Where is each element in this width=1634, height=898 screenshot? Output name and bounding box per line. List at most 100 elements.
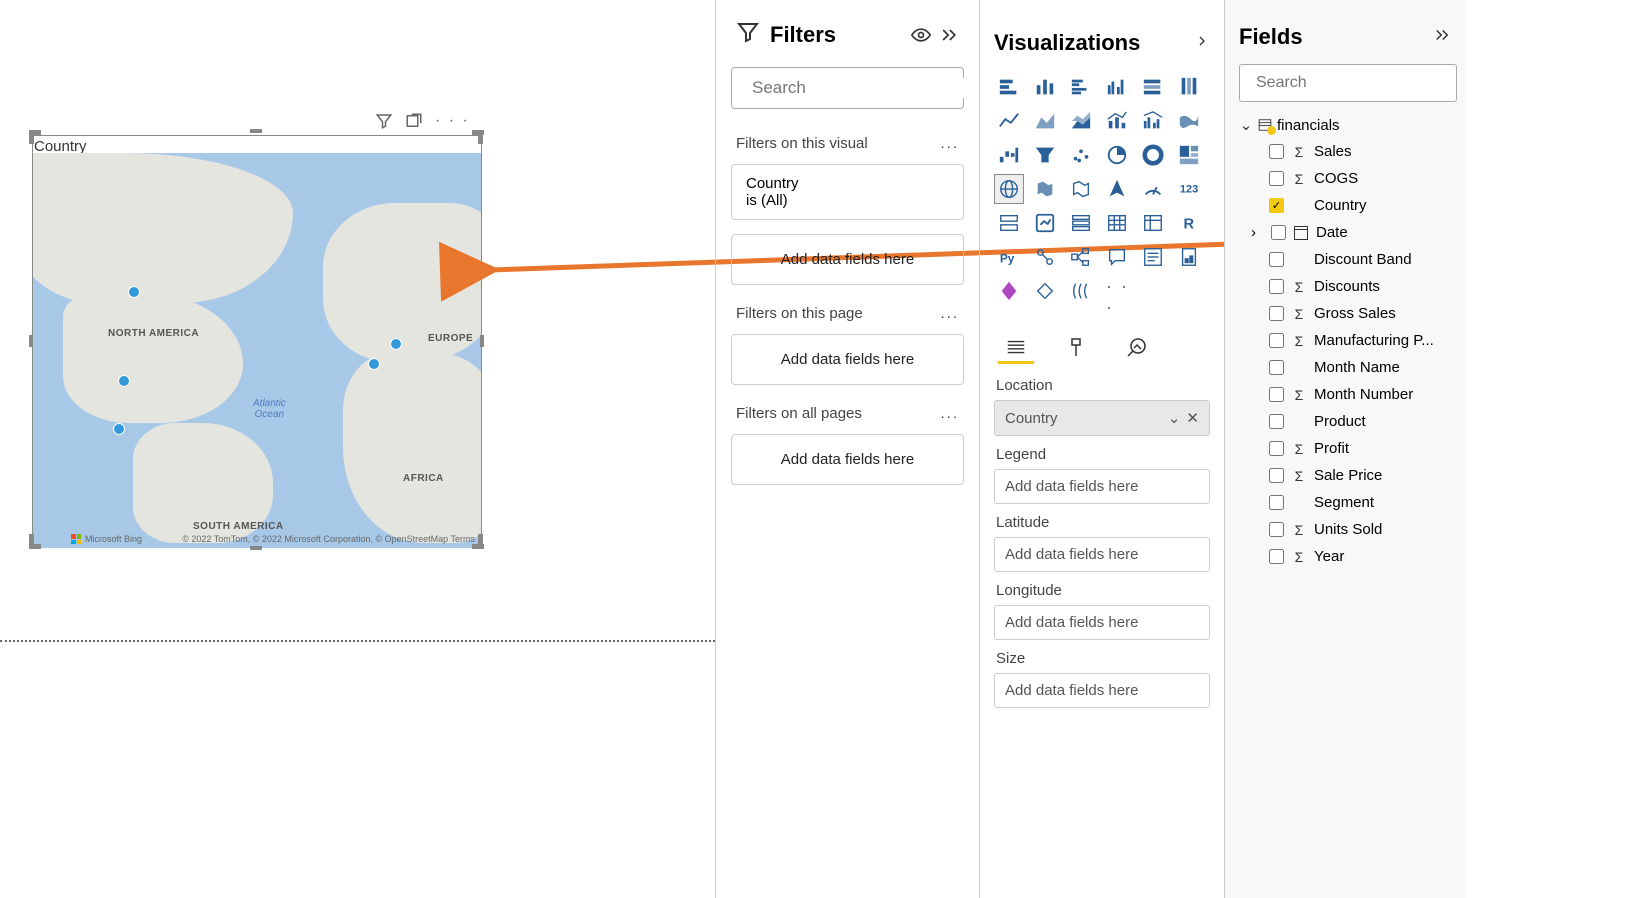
format-tab[interactable] [1058, 332, 1094, 364]
filter-icon[interactable] [375, 112, 393, 130]
resize-handle[interactable] [29, 335, 33, 347]
checkbox[interactable] [1269, 279, 1284, 294]
resize-handle[interactable] [250, 129, 262, 133]
attribution-osm-link[interactable]: © OpenStreetMap [375, 534, 448, 544]
field-item[interactable]: ΣProfit [1239, 435, 1465, 462]
shape-map-icon[interactable] [1066, 174, 1096, 204]
hundred-stacked-column-icon[interactable] [1174, 72, 1204, 102]
map-icon[interactable] [994, 174, 1024, 204]
line-chart-icon[interactable] [994, 106, 1024, 136]
checkbox[interactable] [1269, 441, 1284, 456]
kpi-icon[interactable] [1030, 208, 1060, 238]
field-item[interactable]: ›Date [1239, 219, 1465, 246]
checkbox[interactable] [1269, 549, 1284, 564]
matrix-icon[interactable] [1138, 208, 1168, 238]
decomposition-tree-icon[interactable] [1066, 242, 1096, 272]
gauge-icon[interactable] [1138, 174, 1168, 204]
field-item[interactable]: ΣSales [1239, 138, 1465, 165]
checkbox[interactable] [1269, 387, 1284, 402]
map-data-point[interactable] [368, 358, 380, 370]
well-longitude[interactable]: Add data fields here [994, 605, 1210, 640]
arcgis-maps-icon[interactable] [1066, 276, 1096, 306]
field-item[interactable]: ΣCOGS [1239, 165, 1465, 192]
filter-dropzone-all[interactable]: Add data fields here [731, 434, 964, 485]
checkbox[interactable] [1269, 306, 1284, 321]
filter-dropzone-page[interactable]: Add data fields here [731, 334, 964, 385]
collapse-icon[interactable] [939, 25, 959, 45]
map-data-point[interactable] [128, 286, 140, 298]
funnel-chart-icon[interactable] [1030, 140, 1060, 170]
filled-map-icon[interactable] [1030, 174, 1060, 204]
area-chart-icon[interactable] [1030, 106, 1060, 136]
pie-chart-icon[interactable] [1102, 140, 1132, 170]
checkbox[interactable] [1269, 360, 1284, 375]
checkbox[interactable] [1269, 144, 1284, 159]
field-item[interactable]: ΣUnits Sold [1239, 516, 1465, 543]
qa-visual-icon[interactable] [1102, 242, 1132, 272]
line-stacked-column-icon[interactable] [1102, 106, 1132, 136]
power-automate-icon[interactable] [1030, 276, 1060, 306]
paginated-report-icon[interactable] [1174, 242, 1204, 272]
multi-row-card-icon[interactable] [994, 208, 1024, 238]
chevron-down-icon[interactable]: ⌄ [1239, 116, 1253, 134]
section-more-icon[interactable]: ... [940, 405, 959, 422]
well-size[interactable]: Add data fields here [994, 673, 1210, 708]
checkbox[interactable] [1269, 414, 1284, 429]
stacked-bar-chart-icon[interactable] [994, 72, 1024, 102]
scatter-chart-icon[interactable] [1066, 140, 1096, 170]
chevron-right-icon[interactable] [1194, 33, 1210, 54]
well-location[interactable]: Country ⌄ ✕ [994, 400, 1210, 436]
checkbox[interactable] [1269, 468, 1284, 483]
field-item[interactable]: Month Name [1239, 354, 1465, 381]
treemap-icon[interactable] [1174, 140, 1204, 170]
card-icon[interactable]: 123 [1174, 174, 1204, 204]
filter-card-country[interactable]: Country is (All) [731, 164, 964, 220]
field-item[interactable]: Segment [1239, 489, 1465, 516]
focus-mode-icon[interactable] [405, 112, 423, 130]
section-more-icon[interactable]: ... [940, 135, 959, 152]
checkbox[interactable] [1269, 522, 1284, 537]
checkbox[interactable] [1269, 252, 1284, 267]
stacked-area-chart-icon[interactable] [1066, 106, 1096, 136]
field-item[interactable]: ✓Country [1239, 192, 1465, 219]
resize-handle[interactable] [480, 335, 484, 347]
more-options-icon[interactable]: · · · [435, 112, 470, 130]
remove-field-icon[interactable]: ✕ [1186, 409, 1199, 427]
smart-narrative-icon[interactable] [1138, 242, 1168, 272]
clustered-column-chart-icon[interactable] [1102, 72, 1132, 102]
r-visual-icon[interactable]: R [1174, 208, 1204, 238]
filter-dropzone-visual[interactable]: Add data fields here [731, 234, 964, 285]
field-item[interactable]: ΣSale Price [1239, 462, 1465, 489]
checkbox-checked[interactable]: ✓ [1269, 198, 1284, 213]
report-canvas[interactable]: · · · Country NORTH AMERICA SOUTH AMERIC… [0, 0, 715, 898]
clustered-bar-chart-icon[interactable] [1066, 72, 1096, 102]
donut-chart-icon[interactable] [1138, 140, 1168, 170]
field-item[interactable]: ΣGross Sales [1239, 300, 1465, 327]
well-latitude[interactable]: Add data fields here [994, 537, 1210, 572]
map-data-point[interactable] [113, 423, 125, 435]
slicer-icon[interactable] [1066, 208, 1096, 238]
field-item[interactable]: Product [1239, 408, 1465, 435]
attribution-terms-link[interactable]: Terms [451, 534, 476, 544]
ribbon-chart-icon[interactable] [1174, 106, 1204, 136]
chevron-right-icon[interactable]: › [1251, 224, 1263, 241]
field-item[interactable]: ΣYear [1239, 543, 1465, 570]
checkbox[interactable] [1269, 333, 1284, 348]
filters-search[interactable] [731, 67, 964, 109]
python-visual-icon[interactable]: Py [994, 242, 1024, 272]
map-data-point[interactable] [118, 375, 130, 387]
checkbox[interactable] [1269, 495, 1284, 510]
hundred-stacked-bar-icon[interactable] [1138, 72, 1168, 102]
checkbox[interactable] [1271, 225, 1286, 240]
eye-icon[interactable] [911, 25, 931, 45]
power-apps-icon[interactable] [994, 276, 1024, 306]
analytics-tab[interactable] [1118, 332, 1154, 364]
table-node-financials[interactable]: ⌄ financials [1239, 112, 1465, 138]
field-item[interactable]: Discount Band [1239, 246, 1465, 273]
collapse-icon[interactable] [1433, 26, 1451, 49]
section-more-icon[interactable]: ... [940, 305, 959, 322]
field-item[interactable]: ΣMonth Number [1239, 381, 1465, 408]
line-clustered-column-icon[interactable] [1138, 106, 1168, 136]
fields-tab[interactable] [998, 332, 1034, 364]
key-influencers-icon[interactable] [1030, 242, 1060, 272]
